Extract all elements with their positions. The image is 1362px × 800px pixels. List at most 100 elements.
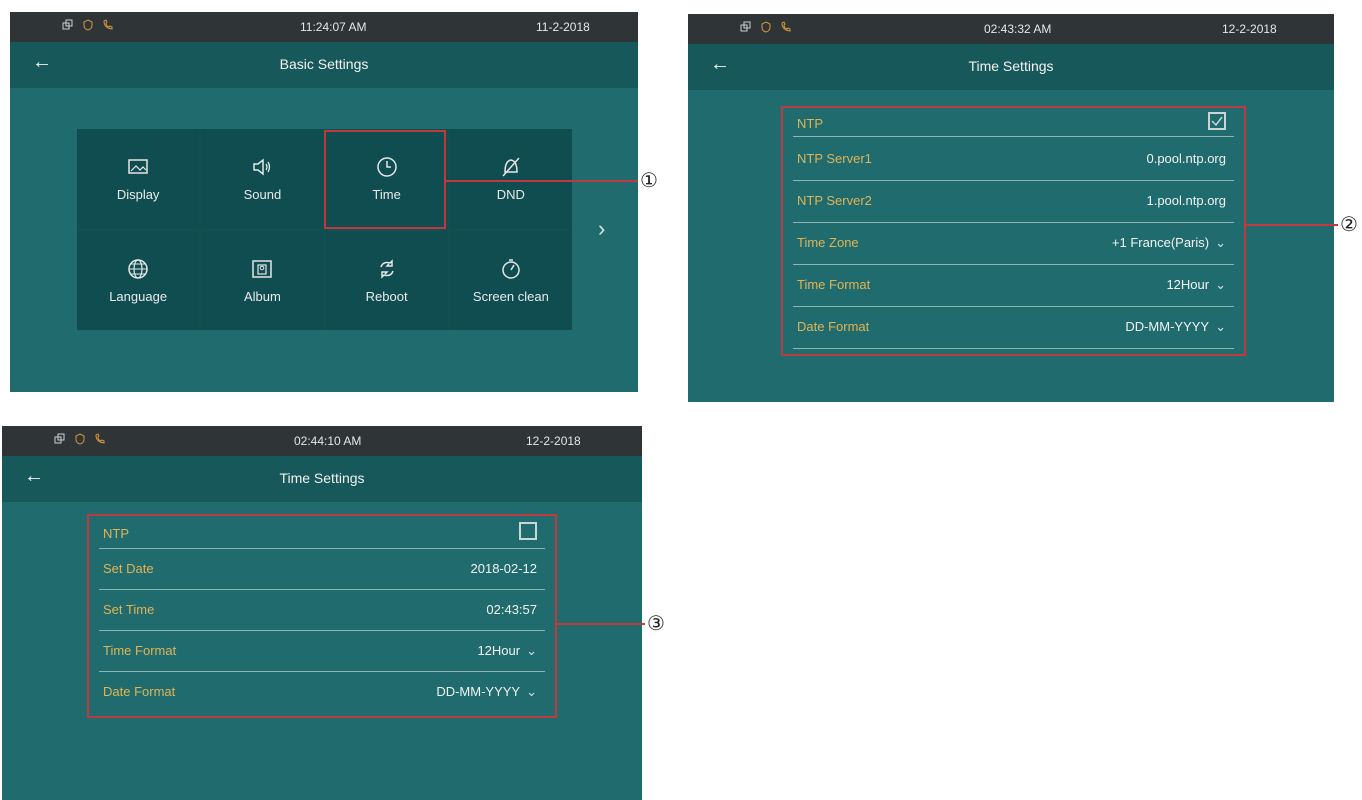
callout-line-3	[557, 623, 645, 625]
shield-icon	[75, 433, 85, 445]
time-settings-list: NTP NTP Server1 0.pool.ntp.org NTP Serve…	[781, 106, 1246, 356]
tile-label: Sound	[243, 187, 282, 203]
row-label: NTP	[797, 116, 823, 131]
page-title: Basic Settings	[279, 56, 369, 72]
time-highlight-box	[324, 130, 446, 229]
callout-1: ①	[640, 170, 658, 192]
globe-icon	[128, 259, 148, 279]
tile-screen-clean[interactable]: Screen clean	[449, 230, 572, 330]
status-icons	[62, 19, 114, 31]
row-value: 1.pool.ntp.org	[1146, 193, 1226, 208]
phone-icon	[103, 19, 113, 30]
row-value: 12Hour	[1166, 277, 1210, 292]
status-bar: 11:24:07 AM 11-2-2018	[10, 12, 638, 42]
network-icon	[54, 433, 65, 444]
tile-sound[interactable]: Sound	[201, 129, 324, 229]
row-time-format[interactable]: Time Format 12Hour ⌄	[793, 264, 1234, 307]
chevron-down-icon[interactable]: ⌄	[1215, 277, 1226, 293]
tile-label: Reboot	[365, 288, 408, 304]
checkmark-icon	[1211, 116, 1223, 127]
tile-language[interactable]: Language	[77, 230, 200, 330]
status-bar: 02:43:32 AM 12-2-2018	[688, 14, 1334, 44]
row-label: NTP	[103, 526, 129, 541]
row-label: NTP Server1	[797, 151, 872, 166]
row-value: +1 France(Paris)	[1111, 235, 1210, 250]
status-icons	[740, 21, 792, 33]
row-time-format[interactable]: Time Format 12Hour ⌄	[99, 630, 545, 672]
status-time: 02:44:10 AM	[294, 434, 362, 448]
network-icon	[740, 21, 751, 32]
status-date: 11-2-2018	[536, 20, 590, 34]
row-time-zone[interactable]: Time Zone +1 France(Paris) ⌄	[793, 222, 1234, 265]
row-label: NTP Server2	[797, 193, 872, 208]
row-date-format[interactable]: Date Format DD-MM-YYYY ⌄	[793, 306, 1234, 349]
row-ntp-server2[interactable]: NTP Server2 1.pool.ntp.org	[793, 180, 1234, 223]
callout-2: ②	[1340, 214, 1358, 236]
phone-icon	[781, 21, 791, 32]
callout-line-2	[1246, 224, 1338, 226]
sound-icon	[253, 158, 271, 176]
chevron-down-icon[interactable]: ⌄	[1215, 319, 1226, 335]
row-value-wrap: 12Hour ⌄	[477, 643, 537, 659]
status-bar: 02:44:10 AM 12-2-2018	[2, 426, 642, 456]
callout-3: ③	[647, 613, 665, 635]
chevron-right-icon[interactable]: ›	[598, 216, 605, 242]
row-ntp[interactable]: NTP	[99, 516, 545, 549]
tile-reboot[interactable]: Reboot	[325, 230, 448, 330]
display-icon	[128, 159, 148, 174]
album-icon	[252, 260, 273, 278]
page-title: Time Settings	[968, 58, 1054, 74]
row-label: Date Format	[797, 319, 870, 334]
network-icon	[62, 19, 73, 30]
row-value: 12Hour	[477, 643, 521, 658]
row-value-wrap: DD-MM-YYYY ⌄	[1125, 319, 1226, 335]
row-label: Time Format	[103, 643, 177, 658]
row-value: 0.pool.ntp.org	[1146, 151, 1226, 166]
row-label: Set Date	[103, 561, 154, 576]
row-value-wrap: 12Hour ⌄	[1166, 277, 1226, 293]
callout-line-1	[446, 180, 638, 182]
row-date-format[interactable]: Date Format DD-MM-YYYY ⌄	[99, 671, 545, 712]
basic-settings-screen: 11:24:07 AM 11-2-2018 ← Basic Settings D…	[10, 12, 638, 392]
row-value: 02:43:57	[486, 602, 537, 617]
tile-dnd[interactable]: DND	[449, 129, 572, 229]
page-title: Time Settings	[279, 470, 365, 486]
title-bar: ← Time Settings	[2, 456, 642, 502]
title-bar: ← Time Settings	[688, 44, 1334, 90]
shield-icon	[83, 19, 93, 31]
tile-label: Album	[243, 288, 281, 304]
chevron-down-icon[interactable]: ⌄	[526, 643, 537, 659]
tile-label: Display	[116, 187, 160, 203]
tile-label: Screen clean	[472, 288, 549, 304]
row-value: DD-MM-YYYY	[436, 684, 521, 699]
row-label: Set Time	[103, 602, 155, 617]
status-time: 11:24:07 AM	[300, 20, 367, 34]
row-ntp-server1[interactable]: NTP Server1 0.pool.ntp.org	[793, 138, 1234, 181]
row-set-time[interactable]: Set Time 02:43:57	[99, 589, 545, 631]
row-value: DD-MM-YYYY	[1125, 319, 1210, 334]
row-set-date[interactable]: Set Date 2018-02-12	[99, 548, 545, 590]
chevron-down-icon[interactable]: ⌄	[526, 684, 537, 700]
time-settings-manual-screen: 02:44:10 AM 12-2-2018 ← Time Settings NT…	[2, 426, 642, 800]
status-time: 02:43:32 AM	[984, 22, 1052, 36]
tile-album[interactable]: Album	[201, 230, 324, 330]
row-label: Time Zone	[797, 235, 859, 250]
row-ntp[interactable]: NTP	[793, 108, 1234, 137]
ntp-checkbox[interactable]	[519, 522, 537, 540]
tile-display[interactable]: Display	[77, 129, 200, 229]
row-label: Time Format	[797, 277, 871, 292]
status-date: 12-2-2018	[526, 434, 581, 448]
row-value-wrap: +1 France(Paris) ⌄	[1112, 235, 1226, 251]
phone-icon	[95, 433, 105, 444]
screen-clean-icon	[502, 259, 520, 279]
tile-label: DND	[496, 187, 525, 203]
time-settings-list: NTP Set Date 2018-02-12 Set Time 02:43:5…	[87, 514, 557, 718]
reboot-icon	[379, 258, 394, 279]
shield-icon	[761, 21, 771, 33]
ntp-checkbox[interactable]	[1208, 112, 1226, 130]
dnd-icon	[502, 157, 520, 177]
status-icons	[54, 433, 106, 445]
chevron-down-icon[interactable]: ⌄	[1215, 235, 1226, 251]
time-settings-ntp-screen: 02:43:32 AM 12-2-2018 ← Time Settings NT…	[688, 14, 1334, 402]
title-bar: ← Basic Settings	[10, 42, 638, 88]
